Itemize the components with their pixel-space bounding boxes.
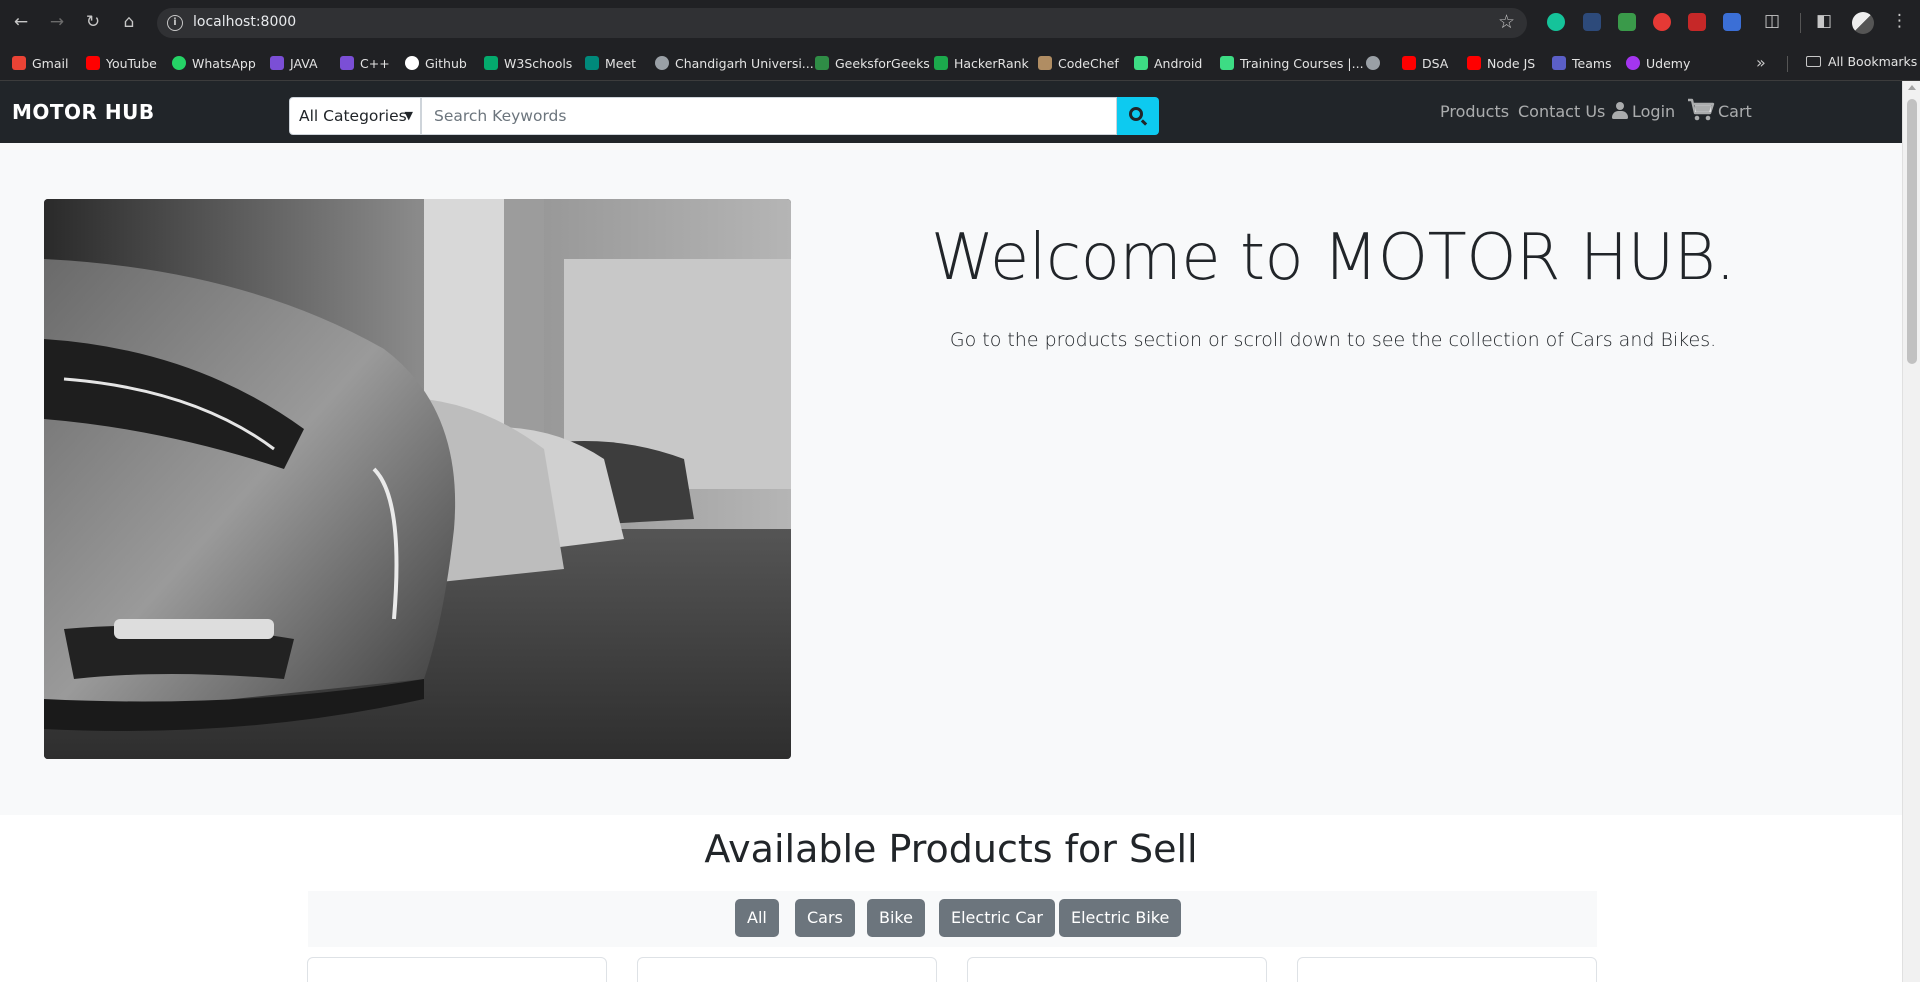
search-button[interactable] [1117, 97, 1159, 135]
grammarly-extension-icon[interactable] [1547, 13, 1565, 31]
android-icon [1134, 56, 1148, 70]
bolt-icon [340, 56, 354, 70]
forward-icon[interactable]: → [46, 11, 68, 33]
bookmark-hackerrank[interactable]: HackerRank [934, 54, 1029, 72]
meet-icon [585, 56, 599, 70]
bookmark-chandigarh-university[interactable]: Chandigarh Universi... [655, 54, 814, 72]
category-select-value: All Categories [299, 107, 407, 125]
page-scrollbar[interactable] [1902, 81, 1920, 982]
bookmark-geeksforgeeks[interactable]: GeeksforGeeks [815, 54, 930, 72]
gmail-icon [12, 56, 26, 70]
youtube-icon [1402, 56, 1416, 70]
profile-avatar[interactable] [1852, 12, 1874, 34]
nav-link-contact[interactable]: Contact Us [1518, 102, 1605, 121]
url-text[interactable]: localhost:8000 [193, 14, 296, 30]
bookmark-star-icon[interactable]: ☆ [1498, 11, 1515, 33]
codechef-icon [1038, 56, 1052, 70]
hero-title: Welcome to MOTOR HUB. [930, 221, 1736, 295]
side-panel-icon[interactable]: ◧ [1816, 11, 1832, 31]
reload-icon[interactable]: ↻ [82, 11, 104, 33]
scrollbar-thumb[interactable] [1907, 99, 1917, 364]
bookmark-codechef[interactable]: CodeChef [1038, 54, 1119, 72]
teams-icon [1552, 56, 1566, 70]
hero-car-image [44, 199, 791, 759]
filter-bike-button[interactable]: Bike [867, 899, 925, 937]
hero-lead-text: Go to the products section or scroll dow… [949, 329, 1717, 351]
nav-link-products[interactable]: Products [1440, 102, 1509, 121]
bookmark-gmail[interactable]: Gmail [12, 54, 68, 72]
menu-kebab-icon[interactable]: ⋮ [1891, 11, 1908, 31]
product-card[interactable] [307, 957, 607, 982]
search-placeholder: Search Keywords [434, 107, 567, 125]
bookmark-java[interactable]: JAVA [270, 54, 318, 72]
bookmark-udemy[interactable]: Udemy [1626, 54, 1690, 72]
bookmark-globe[interactable] [1366, 54, 1380, 72]
product-card[interactable] [637, 957, 937, 982]
globe-icon [655, 56, 669, 70]
bookmark-nodejs[interactable]: Node JS [1467, 54, 1535, 72]
back-icon[interactable]: ← [10, 11, 32, 33]
category-select[interactable]: All Categories ▼ [289, 97, 421, 135]
search-icon [1129, 107, 1143, 121]
globe-icon [1366, 56, 1380, 70]
nav-link-login[interactable]: Login [1632, 102, 1675, 121]
hackerrank-icon [934, 56, 948, 70]
filter-cars-button[interactable]: Cars [795, 899, 855, 937]
site-navbar: MOTOR HUB All Categories ▼ Search Keywor… [0, 81, 1902, 143]
toolbar-divider [1800, 13, 1801, 33]
product-card[interactable] [1297, 957, 1597, 982]
user-icon[interactable] [1612, 102, 1628, 119]
bookmark-cpp[interactable]: C++ [340, 54, 390, 72]
filter-all-button[interactable]: All [735, 899, 779, 937]
bolt-icon [270, 56, 284, 70]
extension-tabs-icon[interactable] [1723, 13, 1741, 31]
brand-logo[interactable]: MOTOR HUB [12, 100, 155, 124]
filter-electric-car-button[interactable]: Electric Car [939, 899, 1055, 937]
react-devtools-extension-icon[interactable] [1583, 13, 1601, 31]
bookmark-training-courses[interactable]: Training Courses |... [1220, 54, 1364, 72]
browser-toolbar: ← → ↻ ⌂ i localhost:8000 ☆ ◫ ◧ ⋮ [0, 0, 1920, 45]
products-section: Available Products for Sell All Cars Bik… [0, 815, 1902, 982]
udemy-icon [1626, 56, 1640, 70]
cart-icon[interactable] [1687, 98, 1715, 122]
address-bar[interactable]: i localhost:8000 ☆ [157, 8, 1527, 38]
all-bookmarks-button[interactable]: All Bookmarks [1806, 54, 1917, 69]
extension-red-icon[interactable] [1653, 13, 1671, 31]
bookmark-dsa[interactable]: DSA [1402, 54, 1448, 72]
nav-link-cart[interactable]: Cart [1718, 102, 1752, 121]
site-info-icon[interactable]: i [167, 15, 183, 31]
bookmark-whatsapp[interactable]: WhatsApp [172, 54, 256, 72]
extensions-puzzle-icon[interactable]: ◫ [1764, 11, 1780, 31]
bookmark-teams[interactable]: Teams [1552, 54, 1612, 72]
android-icon [1220, 56, 1234, 70]
folder-icon [1806, 56, 1821, 67]
product-card[interactable] [967, 957, 1267, 982]
chevron-down-icon: ▼ [404, 109, 413, 122]
search-input[interactable]: Search Keywords [421, 97, 1117, 135]
bookmarks-bar: Gmail YouTube WhatsApp JAVA C++ Github W… [0, 45, 1920, 81]
bookmark-youtube[interactable]: YouTube [86, 54, 157, 72]
scroll-up-arrow-icon[interactable] [1908, 85, 1916, 90]
bookmark-github[interactable]: Github [405, 54, 467, 72]
github-icon [405, 56, 419, 70]
bookmark-meet[interactable]: Meet [585, 54, 636, 72]
youtube-icon [1467, 56, 1481, 70]
bookmark-w3schools[interactable]: W3Schools [484, 54, 572, 72]
more-bookmarks-chevron-icon[interactable]: » [1756, 53, 1766, 72]
home-icon[interactable]: ⌂ [118, 11, 140, 33]
filter-electric-bike-button[interactable]: Electric Bike [1059, 899, 1182, 937]
gfg-icon [815, 56, 829, 70]
youtube-icon [86, 56, 100, 70]
products-heading: Available Products for Sell [704, 827, 1198, 871]
bookmarks-divider [1787, 56, 1788, 72]
extension-green-icon[interactable] [1618, 13, 1636, 31]
whatsapp-icon [172, 56, 186, 70]
w3schools-icon [484, 56, 498, 70]
hero-section: Welcome to MOTOR HUB. Go to the products… [0, 143, 1902, 815]
bookmark-android[interactable]: Android [1134, 54, 1202, 72]
extension-book-icon[interactable] [1688, 13, 1706, 31]
